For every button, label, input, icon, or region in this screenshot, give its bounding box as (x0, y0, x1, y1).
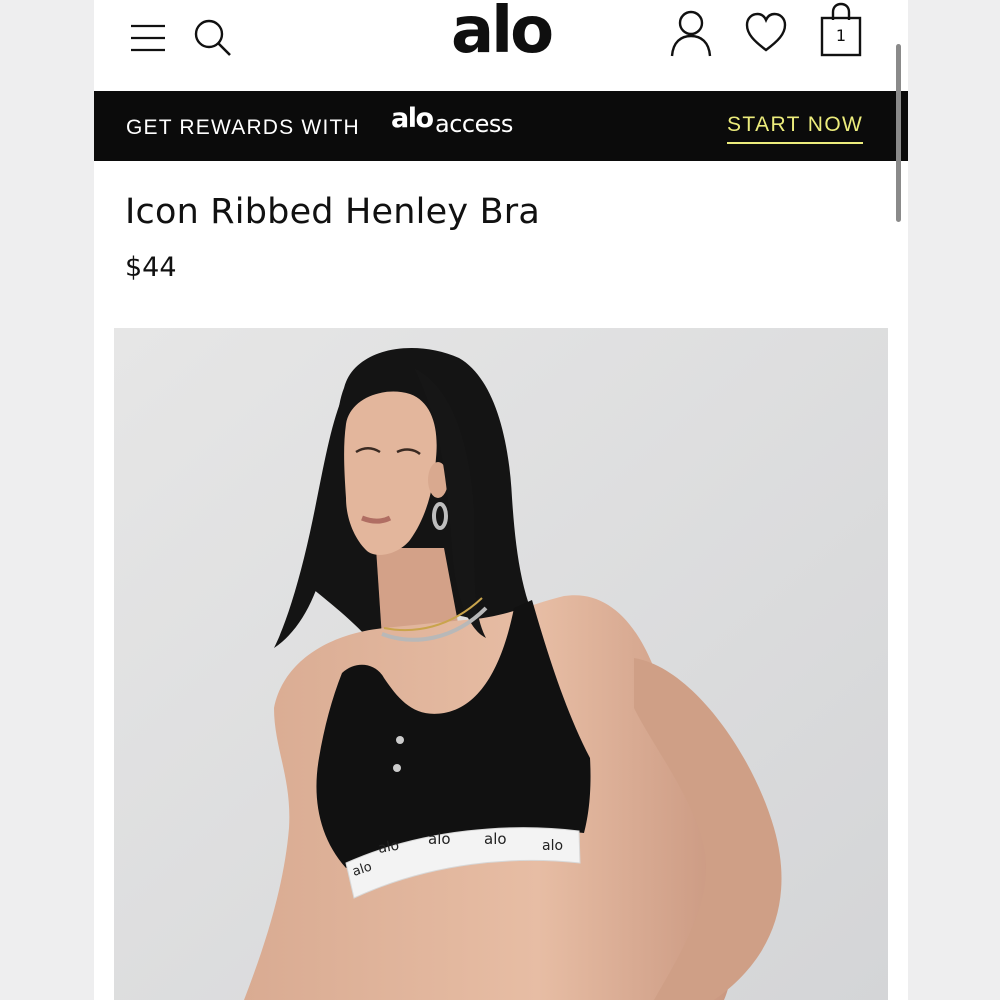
site-header: alo 1 (94, 0, 908, 90)
heart-icon[interactable] (744, 12, 788, 54)
search-icon[interactable] (192, 16, 234, 58)
alo-access-logo-suffix: access (435, 110, 513, 138)
product-title: Icon Ribbed Henley Bra (125, 192, 541, 232)
start-now-link[interactable]: START NOW (727, 113, 864, 144)
band-logo-4: alo (484, 830, 507, 848)
scrollbar[interactable] (896, 44, 901, 222)
banner-text: GET REWARDS WITH (126, 116, 360, 139)
account-icon[interactable] (668, 8, 714, 58)
cart-count: 1 (835, 26, 847, 45)
rewards-banner: GET REWARDS WITH alo access START NOW (94, 91, 908, 161)
phone-screen: alo 1 GET REWARDS WITH alo access START … (94, 0, 908, 1000)
product-photo: alo alo alo alo alo (114, 328, 888, 1000)
product-image[interactable]: alo alo alo alo alo (114, 328, 888, 1000)
alo-access-logo: alo (391, 103, 434, 134)
brand-logo[interactable]: alo (426, 0, 576, 76)
band-logo-5: alo (542, 838, 563, 854)
product-price: $44 (125, 252, 177, 283)
menu-icon[interactable] (128, 18, 168, 58)
band-logo-3: alo (428, 830, 451, 848)
